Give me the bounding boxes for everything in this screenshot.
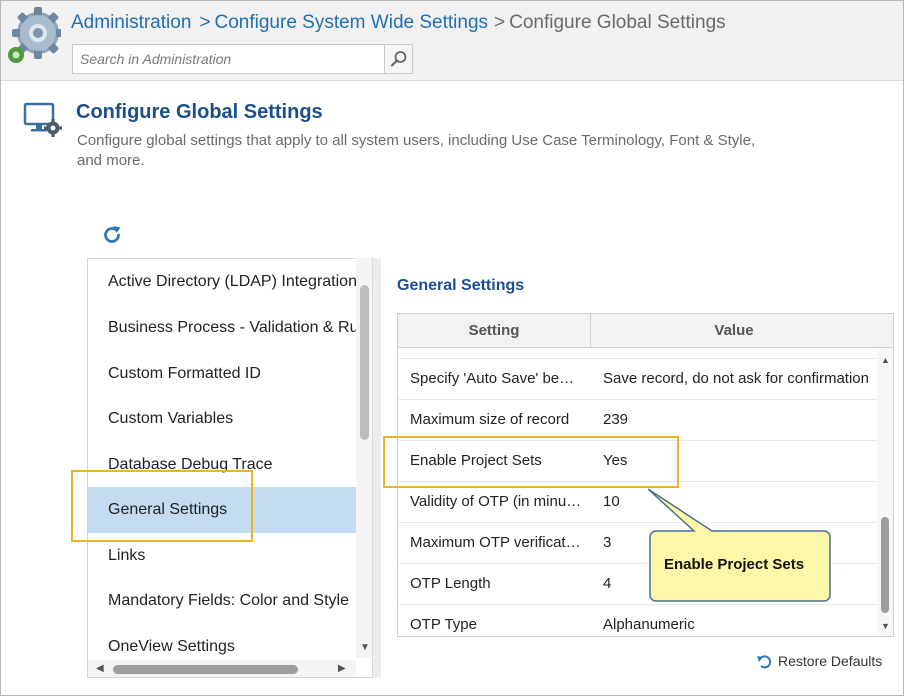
restore-defaults-button[interactable]: Restore Defaults: [756, 653, 882, 669]
grid-scroll-thumb[interactable]: [881, 517, 889, 613]
list-hscroll-thumb[interactable]: [113, 665, 298, 674]
column-header-value[interactable]: Value: [591, 314, 877, 347]
scroll-left-arrow-icon[interactable]: ◀: [96, 664, 104, 674]
admin-gear-icon: [8, 7, 61, 63]
table-row[interactable]: Maximum size of record 239: [398, 400, 877, 441]
breadcrumb-system-wide-settings[interactable]: Configure System Wide Settings: [215, 12, 489, 33]
grid-header: Setting Value: [398, 314, 893, 348]
setting-name: Maximum size of record: [410, 411, 570, 428]
setting-name: Maximum OTP verification attempts: [410, 534, 582, 551]
restore-defaults-label: Restore Defaults: [778, 653, 883, 669]
breadcrumb-current: Configure Global Settings: [509, 12, 726, 33]
column-header-setting[interactable]: Setting: [398, 314, 590, 347]
panel-splitter[interactable]: [372, 258, 381, 678]
list-item-custom-variables[interactable]: Custom Variables: [88, 396, 356, 442]
breadcrumb-administration[interactable]: Administration: [71, 12, 191, 33]
table-row[interactable]: Enable Project Sets Yes: [398, 441, 877, 482]
settings-monitor-icon: [23, 102, 62, 137]
setting-value[interactable]: 239: [603, 400, 871, 440]
setting-name: Validity of OTP (in minutes): [410, 493, 582, 510]
list-item-business-process[interactable]: Business Process - Validation & Rules: [88, 305, 356, 351]
breadcrumb-separator: >: [494, 12, 506, 33]
setting-name: Specify 'Auto Save' behavior: [410, 370, 582, 387]
setting-name: Enable Project Sets: [410, 452, 542, 469]
section-title: General Settings: [397, 277, 525, 294]
list-item-ldap[interactable]: Active Directory (LDAP) Integration: [88, 259, 356, 305]
scroll-down-arrow-icon[interactable]: ▼: [360, 643, 370, 653]
grid-scroll-down-icon[interactable]: ▼: [881, 621, 890, 631]
restore-icon: [757, 655, 772, 669]
refresh-icon[interactable]: [101, 224, 123, 246]
header-bar: Administration > Configure System Wide Set…: [1, 1, 903, 81]
breadcrumb-separator: >: [199, 12, 211, 33]
page-title: Configure Global Settings: [76, 101, 323, 123]
callout-bubble: [648, 488, 831, 602]
setting-value[interactable]: Save record, do not ask for confirmation: [603, 359, 871, 399]
page-description: Configure global settings that apply to …: [77, 132, 756, 169]
list-item-general-settings[interactable]: General Settings: [88, 487, 356, 533]
table-row[interactable]: Specify 'Auto Save' behavior Save record…: [398, 359, 877, 400]
list-item-links[interactable]: Links: [88, 533, 356, 579]
search-icon: [390, 51, 406, 67]
setting-value[interactable]: Yes: [603, 441, 871, 481]
search-button[interactable]: [384, 45, 412, 73]
setting-name: OTP Type: [410, 616, 477, 633]
callout-text: Enable Project Sets: [664, 556, 805, 573]
grid-scroll-up-icon[interactable]: ▲: [881, 355, 890, 365]
list-item-mandatory-fields[interactable]: Mandatory Fields: Color and Style: [88, 578, 356, 624]
table-row[interactable]: OTP Type Alphanumeric: [398, 605, 877, 636]
breadcrumb: Administration > Configure System Wide Set…: [71, 12, 726, 34]
table-row-partial: [398, 348, 877, 359]
search-input[interactable]: [73, 45, 385, 73]
list-item-custom-formatted-id[interactable]: Custom Formatted ID: [88, 351, 356, 397]
setting-value[interactable]: Alphanumeric: [603, 605, 871, 636]
settings-category-list: Active Directory (LDAP) Integration Busi…: [87, 258, 373, 678]
scroll-right-arrow-icon[interactable]: ▶: [338, 664, 346, 674]
list-item-database-debug-trace[interactable]: Database Debug Trace: [88, 442, 356, 488]
list-scroll-thumb[interactable]: [360, 285, 369, 440]
setting-name: OTP Length: [410, 575, 491, 592]
search-box: [72, 44, 413, 74]
